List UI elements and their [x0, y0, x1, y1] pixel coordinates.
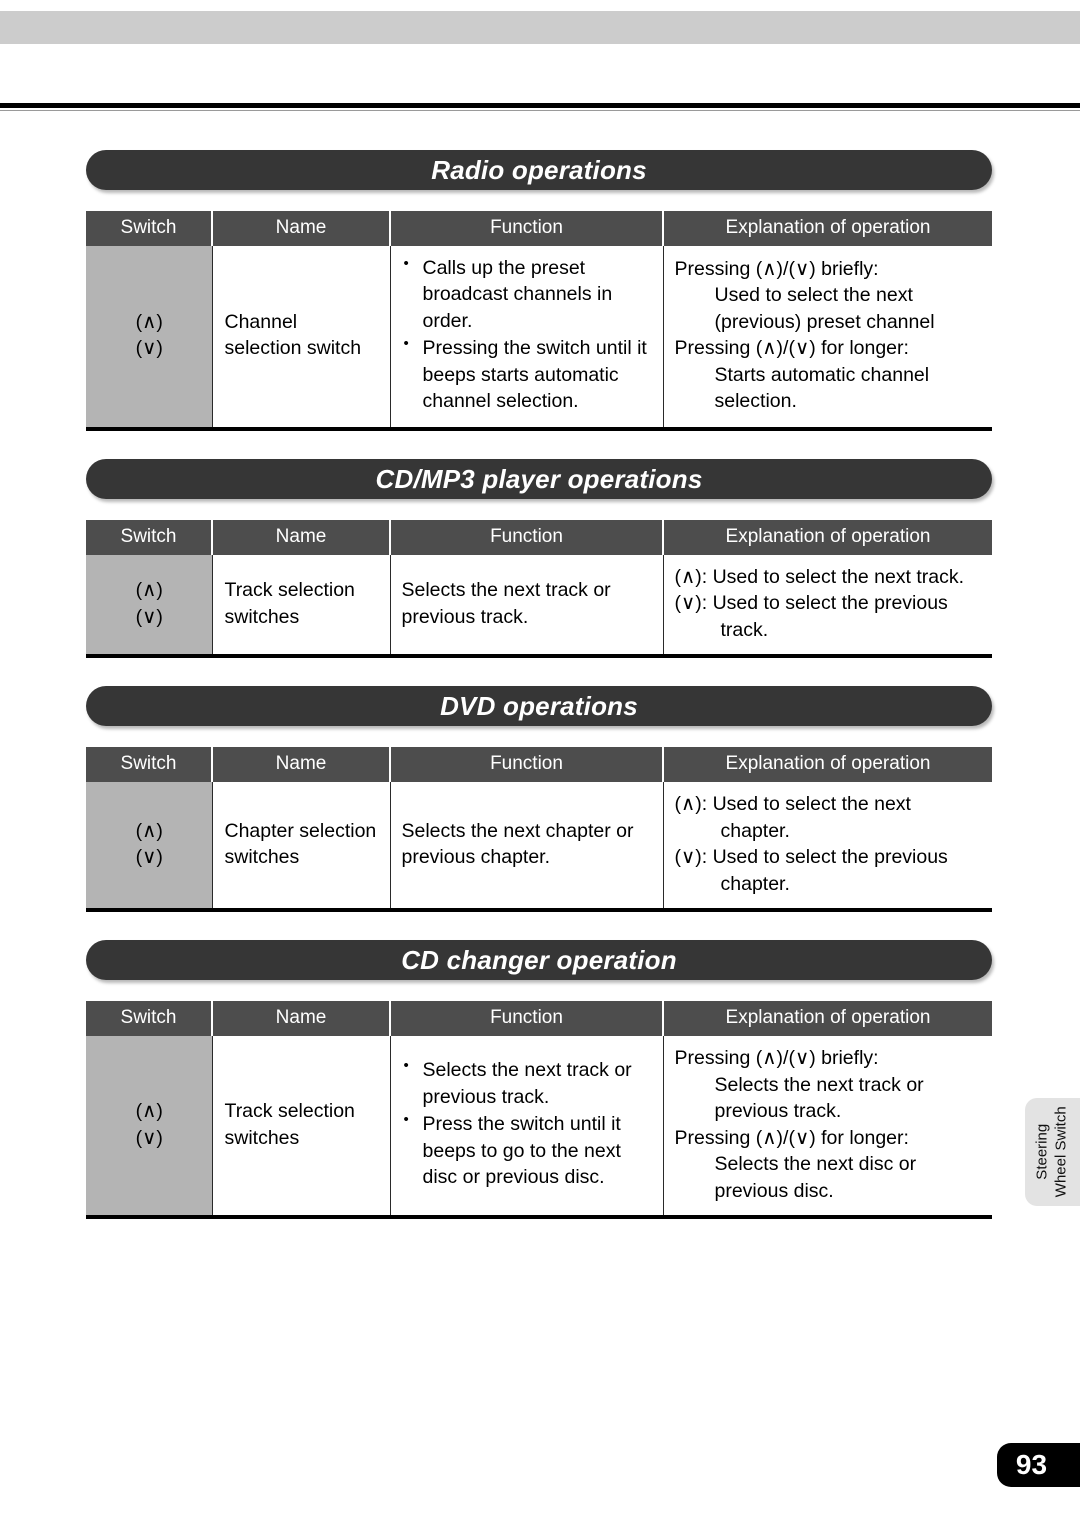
explanation-definition: (∨): Used to select the previous chapter… [674, 846, 948, 895]
explanation-block: Pressing (∧)/(∨) for longer: Selects the… [675, 1125, 983, 1205]
switch-name-line2: switches [224, 1126, 300, 1149]
explanation-cell: Pressing (∧)/(∨) briefly: Used to select… [663, 245, 992, 429]
list-item: Calls up the preset broadcast channels i… [402, 254, 653, 335]
side-index-tab-line2: Wheel Switch [1052, 1106, 1070, 1198]
table-row: (∧) (∨) Channel selection switch Calls u… [86, 245, 992, 429]
explanation-block: Pressing (∧)/(∨) for longer: Starts auto… [675, 335, 983, 415]
table-row: (∧) (∨) Track selection switches Selects… [86, 554, 992, 657]
switch-symbols: (∧) (∨) [86, 782, 213, 911]
section-title: CD changer operation [401, 945, 677, 976]
column-header-switch: Switch [86, 747, 213, 783]
column-header-switch: Switch [86, 1001, 213, 1037]
section-title: CD/MP3 player operations [375, 463, 703, 494]
switch-name: Track selection switches [212, 554, 391, 657]
table-row: (∧) (∨) Track selection switches Selects… [86, 1036, 992, 1218]
column-header-switch: Switch [86, 211, 213, 246]
switch-name: Chapter selection switches [212, 782, 391, 911]
side-index-tab[interactable]: Steering Wheel Switch [1025, 1098, 1080, 1206]
explanation-cell: (∧): Used to select the next chapter. (∨… [663, 782, 992, 911]
explanation-definition: (∧): Used to select the next chapter. [674, 793, 911, 842]
list-item: Pressing the switch until it beeps start… [402, 334, 653, 415]
column-header-function: Function [390, 211, 664, 246]
dvd-operations-table: Switch Name Function Explanation of oper… [86, 747, 992, 913]
explanation-cell: Pressing (∧)/(∨) briefly: Selects the ne… [663, 1036, 992, 1218]
explanation-body: Selects the next track or previous track… [714, 1073, 924, 1123]
switch-name-line2: switches [224, 605, 300, 628]
explanation-block: Pressing (∧)/(∨) briefly: Selects the ne… [675, 1045, 983, 1125]
page-content: Radio operations Switch Name Function Ex… [86, 150, 992, 1220]
cd-mp3-operations-table: Switch Name Function Explanation of oper… [86, 519, 992, 659]
explanation-head: Pressing (∧)/(∨) briefly: [674, 257, 879, 280]
section-title: Radio operations [431, 155, 647, 185]
switch-name-line2: selection switch [224, 337, 362, 360]
explanation-definition: (∨): Used to select the previous track. [674, 592, 948, 641]
switch-name-line1: Chapter selection [224, 819, 377, 842]
explanation-head: Pressing (∧)/(∨) briefly: [674, 1047, 879, 1070]
column-header-explanation: Explanation of operation [663, 211, 992, 246]
list-item: Selects the next track or previous track… [402, 1056, 653, 1110]
side-index-tab-line1: Steering [1033, 1124, 1051, 1180]
column-header-explanation: Explanation of operation [663, 1001, 992, 1037]
section-cd-changer-operation: CD changer operation Switch Name Functio… [86, 940, 992, 1220]
function-cell: Selects the next track or previous track… [390, 554, 664, 657]
column-header-name: Name [212, 747, 391, 783]
header-gray-band [0, 11, 1080, 44]
column-header-function: Function [390, 1001, 664, 1037]
column-header-switch: Switch [86, 519, 213, 555]
function-cell: Selects the next track or previous track… [390, 1036, 664, 1218]
radio-operations-table: Switch Name Function Explanation of oper… [86, 211, 992, 431]
explanation-cell: (∧): Used to select the next track. (∨):… [663, 554, 992, 657]
section-radio-operations: Radio operations Switch Name Function Ex… [86, 150, 992, 459]
column-header-function: Function [390, 747, 664, 783]
explanation-body: Used to select the next (previous) prese… [714, 284, 935, 333]
section-title: DVD operations [440, 691, 638, 722]
explanation-body: Starts automatic channel selection. [714, 363, 930, 413]
explanation-body: Selects the next disc or previous disc. [714, 1153, 917, 1202]
header-rule-thin [0, 110, 1080, 111]
section-banner: CD/MP3 player operations [86, 458, 992, 499]
switch-name-line1: Track selection [224, 579, 355, 602]
switch-name: Track selection switches [212, 1036, 391, 1218]
cd-changer-operations-table: Switch Name Function Explanation of oper… [86, 1001, 992, 1220]
table-header-row: Switch Name Function Explanation of oper… [86, 1001, 992, 1037]
table-header-row: Switch Name Function Explanation of oper… [86, 747, 992, 783]
column-header-function: Function [390, 519, 664, 555]
function-cell: Selects the next chapter or previous cha… [390, 782, 664, 911]
header-rule [0, 103, 1080, 108]
explanation-head: Pressing (∧)/(∨) for longer: [674, 337, 909, 360]
switch-name-line1: Channel [224, 310, 298, 333]
column-header-explanation: Explanation of operation [663, 747, 992, 783]
switch-symbols: (∧) (∨) [86, 1036, 213, 1218]
column-header-name: Name [212, 1001, 391, 1037]
page-number-tab: 93 [997, 1443, 1080, 1487]
side-index-tab-label: Steering Wheel Switch [1034, 1107, 1072, 1198]
switch-symbols: (∧) (∨) [86, 554, 213, 657]
column-header-name: Name [212, 211, 391, 246]
switch-name-line2: switches [224, 846, 300, 869]
table-header-row: Switch Name Function Explanation of oper… [86, 519, 992, 555]
section-dvd-operations: DVD operations Switch Name Function Expl… [86, 686, 992, 940]
list-item: Press the switch until it beeps to go to… [402, 1110, 653, 1191]
function-cell: Calls up the preset broadcast channels i… [390, 245, 664, 429]
column-header-explanation: Explanation of operation [663, 519, 992, 555]
section-banner: Radio operations [86, 150, 992, 190]
page-number: 93 [1015, 1449, 1048, 1480]
switch-name-line1: Track selection [224, 1100, 355, 1123]
table-header-row: Switch Name Function Explanation of oper… [86, 211, 992, 246]
explanation-definition: (∧): Used to select the next track. [674, 565, 965, 588]
section-banner: DVD operations [86, 686, 992, 727]
explanation-head: Pressing (∧)/(∨) for longer: [674, 1126, 909, 1149]
table-row: (∧) (∨) Chapter selection switches Selec… [86, 782, 992, 911]
switch-symbols: (∧) (∨) [86, 245, 213, 429]
function-bullet-list: Selects the next track or previous track… [402, 1056, 653, 1191]
explanation-block: Pressing (∧)/(∨) briefly: Used to select… [675, 256, 983, 336]
column-header-name: Name [212, 519, 391, 555]
section-cd-mp3-player-operations: CD/MP3 player operations Switch Name Fun… [86, 458, 992, 686]
function-bullet-list: Calls up the preset broadcast channels i… [402, 254, 653, 415]
switch-name: Channel selection switch [212, 245, 391, 429]
section-banner: CD changer operation [86, 940, 992, 981]
